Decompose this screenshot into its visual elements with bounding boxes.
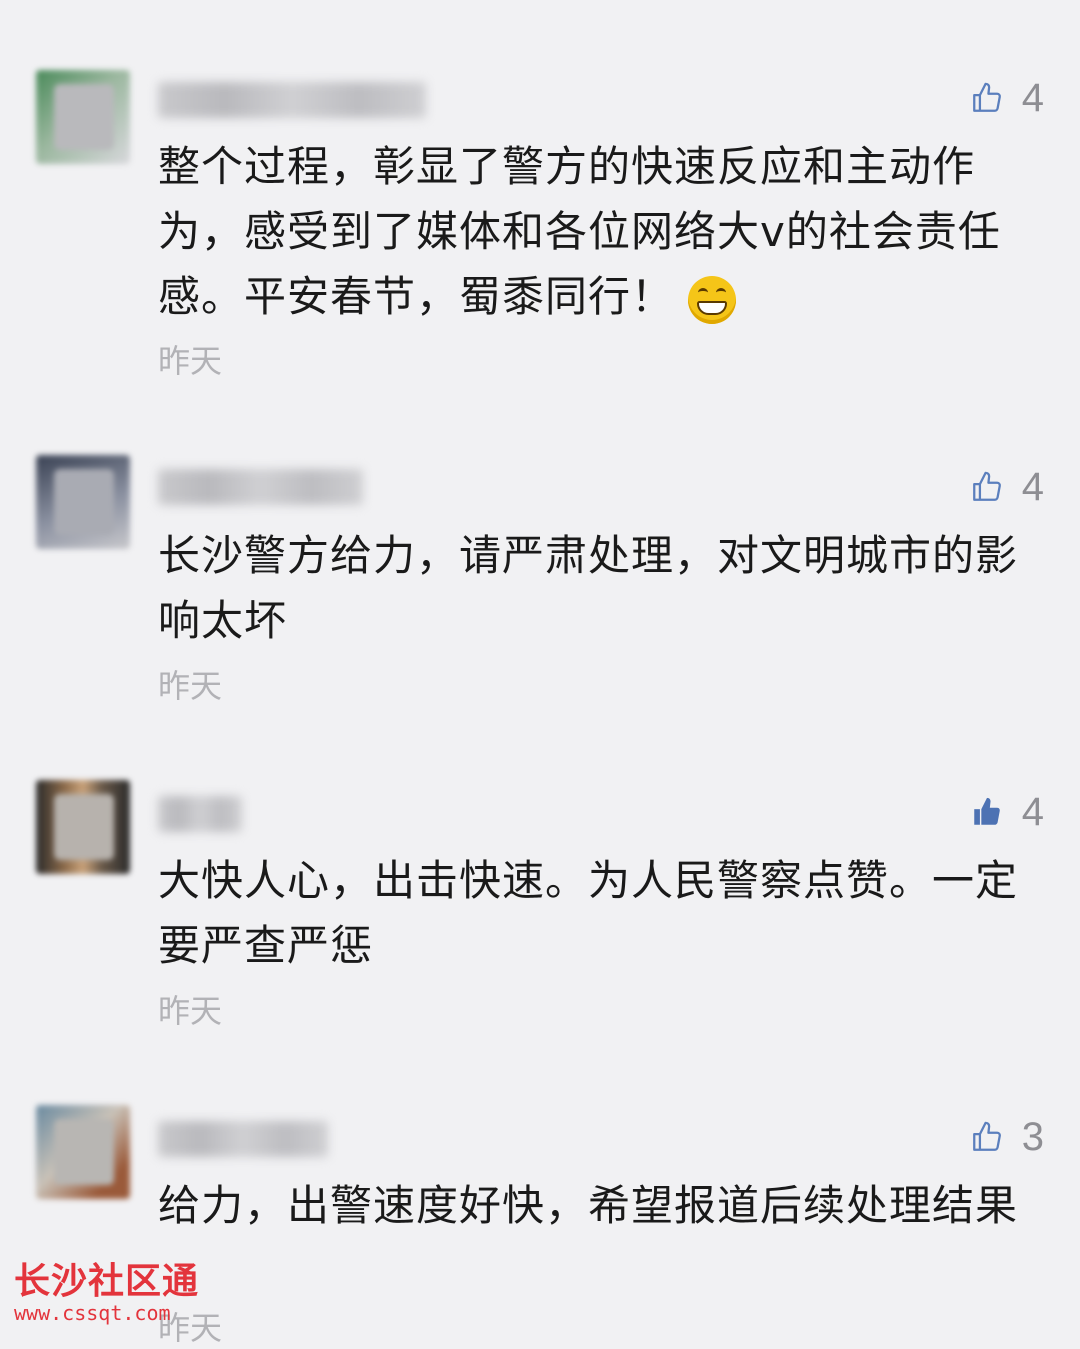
nickname-blurred[interactable] [158,796,242,832]
nickname-blurred[interactable] [158,469,363,505]
watermark-title: 长沙社区通 [14,1261,200,1302]
comment-time: 昨天 [158,667,223,705]
comment-time: 昨天 [158,992,223,1030]
like-button[interactable]: 4 [970,467,1044,507]
nickname-blurred[interactable] [158,82,426,118]
comment-time: 昨天 [158,342,223,380]
thumbs-up-icon [972,1121,1001,1151]
thumbs-up-filled-icon [974,797,1000,825]
like-count: 4 [1021,465,1044,509]
avatar[interactable] [36,780,130,874]
avatar[interactable] [36,70,130,164]
comment-text: 给力，出警速度好快，希望报道后续处理结果 [158,1181,1019,1230]
comment-text: 大快人心，出击快速。为人民警察点赞。一定要严查严惩 [158,856,1019,970]
comment-text: 整个过程，彰显了警方的快速反应和主动作为，感受到了媒体和各位网络大v的社会责任感… [158,134,1048,329]
like-button[interactable]: 4 [970,78,1044,118]
avatar[interactable] [36,1105,130,1199]
avatar[interactable] [36,455,130,549]
thumbs-up-icon [972,82,1001,112]
grinning-face-emoji-icon [688,275,737,324]
like-count: 3 [1021,1115,1044,1159]
watermark: 长沙社区通 www.cssqt.com [14,1261,200,1325]
like-count: 4 [1021,790,1044,834]
nickname-blurred[interactable] [158,1121,328,1157]
comment-text: 长沙警方给力，请严肃处理，对文明城市的影响太坏 [158,531,1019,645]
like-count: 4 [1021,76,1044,120]
like-button[interactable]: 4 [970,792,1044,832]
watermark-url: www.cssqt.com [14,1301,171,1325]
like-button[interactable]: 3 [970,1117,1044,1157]
thumbs-up-icon [972,471,1001,501]
